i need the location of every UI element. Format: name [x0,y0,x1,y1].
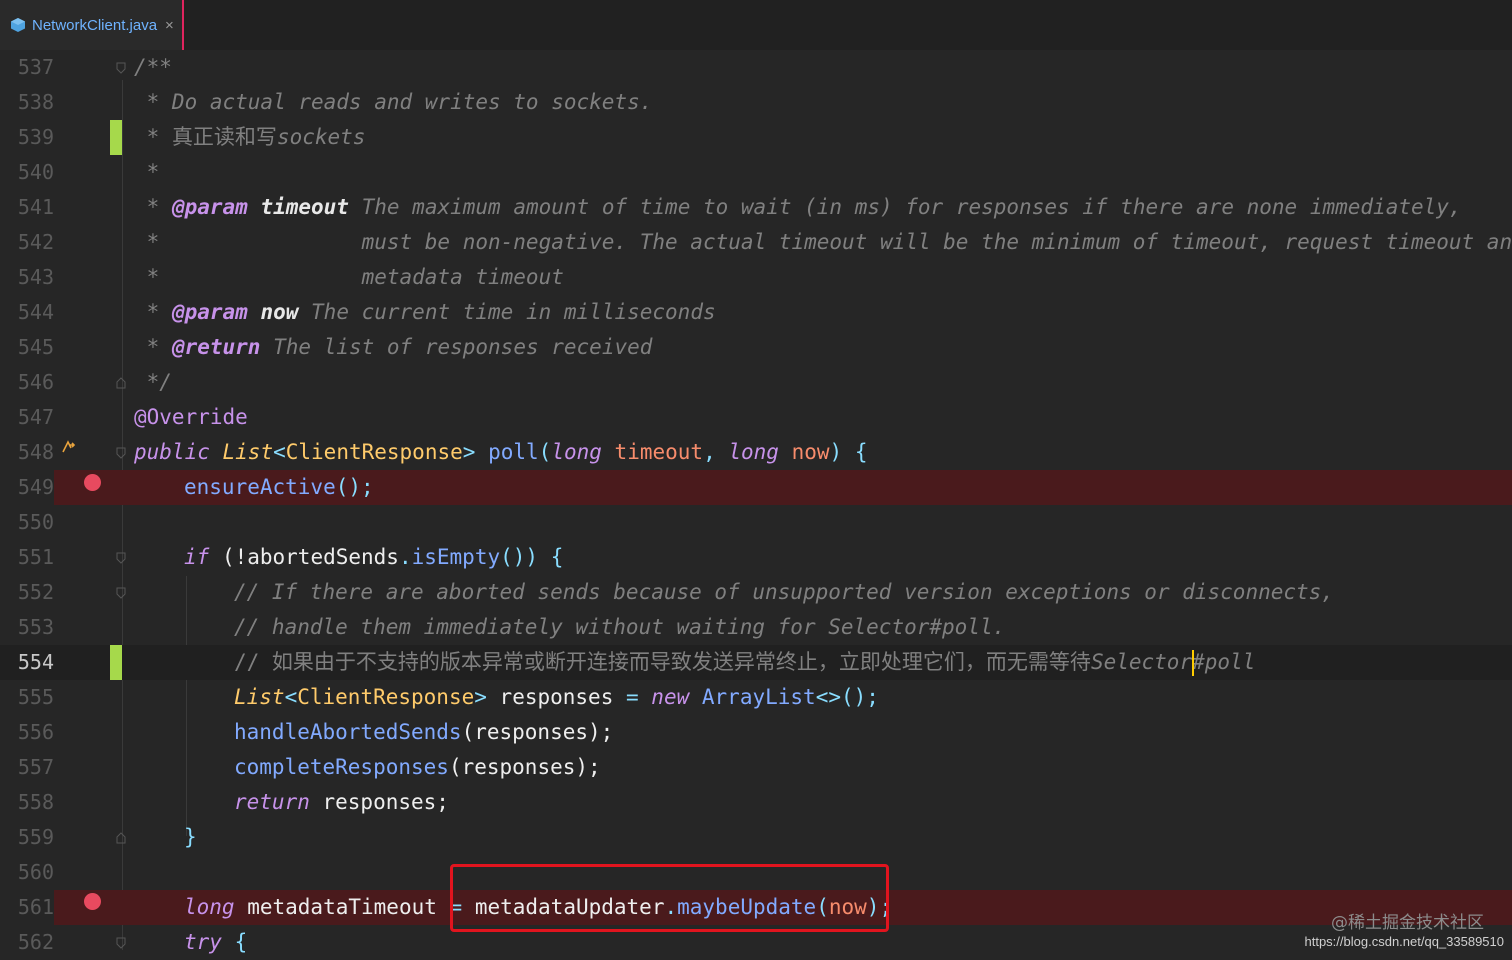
line-number: 552 [17,580,54,604]
code-line: 557 completeResponses(responses); [0,750,1512,785]
code-line: 552 // If there are aborted sends becaus… [0,575,1512,610]
line-number: 539 [17,125,54,149]
code-text: /** [134,55,172,79]
code-line: 537 /** [0,50,1512,85]
fold-icon[interactable] [116,62,126,74]
code-text: * 真正读和写sockets [134,125,366,149]
fold-icon[interactable] [116,447,126,459]
tab-label: NetworkClient.java [32,16,158,34]
line-number: 546 [17,370,54,394]
code-line: 547 @Override [0,400,1512,435]
code-line: 555 List<ClientResponse> responses = new… [0,680,1512,715]
fold-icon[interactable] [116,552,126,564]
code-line: 540 * [0,155,1512,190]
code-editor[interactable]: 537 /** 538 * Do actual reads and writes… [0,50,1512,958]
code-text: // handle them immediately without waiti… [234,615,1006,639]
code-text: @Override [134,405,248,429]
code-text: * @param now The current time in millise… [134,300,716,324]
watermark-url: https://blog.csdn.net/qq_33589510 [1304,934,1505,949]
close-icon[interactable]: × [165,17,174,34]
fold-icon[interactable] [116,587,126,599]
line-number: 542 [17,230,54,254]
code-line: 551 if (!abortedSends.isEmpty()) { [0,540,1512,575]
line-number: 549 [0,470,54,505]
code-text: List<ClientResponse> responses = new Arr… [234,685,879,709]
code-line: 541 * @param timeout The maximum amount … [0,190,1512,225]
code-text: * @return The list of responses received [134,335,653,359]
tab-networkclient[interactable]: NetworkClient.java × [0,0,184,50]
code-line: 556 handleAbortedSends(responses); [0,715,1512,750]
code-text: } [184,825,197,849]
line-number: 540 [17,160,54,184]
line-number: 562 [17,930,54,954]
line-number: 543 [17,265,54,289]
line-number: 545 [17,335,54,359]
code-line-breakpoint: 549 ensureActive(); [0,470,1512,505]
code-line: 542 * must be non-negative. The actual t… [0,225,1512,260]
code-line: 553 // handle them immediately without w… [0,610,1512,645]
line-number: 538 [17,90,54,114]
code-text: * [134,160,160,184]
code-text: return responses; [234,790,449,814]
line-number: 558 [17,790,54,814]
code-line: 546 */ [0,365,1512,400]
code-text: */ [134,370,172,394]
code-text: // 如果由于不支持的版本异常或断开连接而导致发送异常终止，立即处理它们，而无需… [234,650,1256,674]
code-text: * must be non-negative. The actual timeo… [134,230,1512,254]
line-number: 556 [17,720,54,744]
highlight-box [450,864,889,932]
java-class-icon [11,18,25,32]
code-text: * metadata timeout [134,265,564,289]
line-number: 557 [17,755,54,779]
code-line-current: 554 // 如果由于不支持的版本异常或断开连接而导致发送异常终止，立即处理它们… [0,645,1512,680]
line-number: 555 [17,685,54,709]
code-text: handleAbortedSends(responses); [234,720,614,744]
line-number: 537 [17,55,54,79]
fold-icon[interactable] [116,832,126,844]
line-number: 551 [17,545,54,569]
line-number: 554 [17,650,54,674]
code-line: 558 return responses; [0,785,1512,820]
watermark-site: @稀土掘金技术社区 [1331,913,1484,933]
code-text: * @param timeout The maximum amount of t… [134,195,1462,219]
code-line: 550 [0,505,1512,540]
change-marker [110,120,122,155]
line-number: 547 [17,405,54,429]
fold-icon[interactable] [116,937,126,949]
code-text: public List<ClientResponse> poll(long ti… [134,440,868,464]
editor-tab-bar: NetworkClient.java × [0,0,1512,50]
breakpoint-icon[interactable] [84,893,101,910]
code-line: 539 * 真正读和写sockets [0,120,1512,155]
code-text: // If there are aborted sends because of… [234,580,1334,604]
code-line: 545 * @return The list of responses rece… [0,330,1512,365]
code-line: 543 * metadata timeout [0,260,1512,295]
breakpoint-icon[interactable] [84,474,101,491]
line-number: 561 [0,890,54,925]
line-number: 544 [17,300,54,324]
line-number: 550 [17,510,54,534]
code-text: ensureActive(); [184,475,374,499]
code-text: try { [184,930,248,954]
line-number: 548 [17,440,54,464]
line-number: 541 [17,195,54,219]
text-cursor [1192,650,1194,676]
line-number: 560 [17,860,54,884]
code-line: 559 } [0,820,1512,855]
override-method-icon[interactable] [60,438,78,460]
code-line: 548 public List<ClientResponse> poll(lon… [0,435,1512,470]
line-number: 553 [17,615,54,639]
code-text: * Do actual reads and writes to sockets. [134,90,653,114]
code-line: 538 * Do actual reads and writes to sock… [0,85,1512,120]
fold-icon[interactable] [116,377,126,389]
code-text: if (!abortedSends.isEmpty()) { [184,545,564,569]
change-marker [110,645,122,680]
line-number: 559 [17,825,54,849]
code-line: 544 * @param now The current time in mil… [0,295,1512,330]
code-text: completeResponses(responses); [234,755,601,779]
